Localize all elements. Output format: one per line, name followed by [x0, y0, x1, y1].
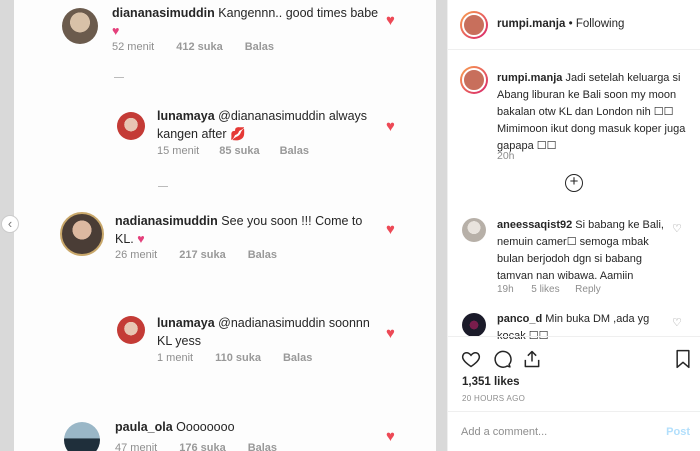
comment-username: lunamaya: [157, 316, 215, 330]
heart-emoji: ♥: [112, 24, 120, 38]
header-title: rumpi.manja • Following: [497, 18, 624, 30]
heart-icon[interactable]: [461, 349, 481, 369]
caption-time: 20h: [497, 150, 515, 162]
comment-username: lunamaya: [157, 109, 215, 123]
avatar: [62, 8, 98, 44]
reply-button[interactable]: Reply: [575, 284, 601, 295]
heart-emoji: ♥: [137, 232, 145, 246]
comment-text: Kangennn.. good times babe: [218, 6, 379, 20]
comment-input[interactable]: Add a comment...: [461, 426, 547, 438]
post-image: diananasimuddin Kangennn.. good times ba…: [0, 0, 447, 451]
avatar: [60, 212, 104, 256]
divider: [158, 186, 168, 187]
avatar[interactable]: [462, 313, 486, 337]
comment-meta: 15 menit 85 suka Balas: [157, 145, 309, 157]
comments-screenshot: diananasimuddin Kangennn.. good times ba…: [14, 0, 436, 451]
comment-meta: 47 menit 176 suka Balas: [115, 442, 278, 451]
following-button[interactable]: Following: [576, 18, 625, 30]
comment-lunamaya-2: lunamaya @nadianasimuddin soonnn KL yess: [157, 314, 382, 350]
likes-count[interactable]: 1,351 likes: [462, 376, 520, 388]
avatar: [117, 112, 145, 140]
comment-username[interactable]: panco_d: [497, 313, 542, 325]
avatar: [117, 316, 145, 344]
comment-meta: 19h 5 likes Reply: [497, 284, 601, 295]
avatar[interactable]: [460, 11, 488, 39]
post-button[interactable]: Post: [666, 426, 690, 438]
comment-nadianasimuddin: nadianasimuddin See you soon !!! Come to…: [115, 212, 370, 248]
comment-username: nadianasimuddin: [115, 214, 218, 228]
comment-meta: 1 menit 110 suka Balas: [157, 352, 313, 364]
avatar: [64, 422, 100, 451]
separator: •: [568, 18, 573, 30]
like-heart-icon[interactable]: ♥: [386, 118, 395, 135]
caption-username[interactable]: rumpi.manja: [497, 72, 562, 84]
post-timestamp: 20 HOURS AGO: [462, 394, 526, 403]
comment-lunamaya-1: lunamaya @diananasimuddin always kangen …: [157, 107, 377, 143]
like-heart-icon[interactable]: ♥: [386, 12, 395, 29]
post-caption: rumpi.manja Jadi setelah keluarga si Aba…: [497, 70, 693, 155]
comment-diananasimuddin: diananasimuddin Kangennn.. good times ba…: [112, 4, 382, 40]
comment-paula-ola: paula_ola Oooooooo: [115, 418, 370, 436]
like-heart-icon[interactable]: ♥: [386, 325, 395, 342]
comment-likes[interactable]: 5 likes: [531, 284, 559, 295]
chevron-left-icon[interactable]: ‹: [1, 215, 19, 233]
comment-text: Oooooooo: [176, 420, 235, 434]
comment-username: diananasimuddin: [112, 6, 215, 20]
plus-circle-icon[interactable]: +: [565, 174, 583, 192]
heart-outline-icon[interactable]: ♡: [672, 316, 682, 329]
comment-icon[interactable]: [492, 349, 512, 369]
comment-meta: 26 menit 217 suka Balas: [115, 249, 278, 261]
heart-outline-icon[interactable]: ♡: [672, 222, 682, 235]
header-username[interactable]: rumpi.manja: [497, 18, 565, 30]
caption-text: Jadi setelah keluarga si Abang liburan k…: [497, 72, 686, 152]
post-header: rumpi.manja • Following: [448, 0, 700, 50]
post-sidebar: rumpi.manja • Following rumpi.manja Jadi…: [447, 0, 700, 451]
comment-username[interactable]: aneessaqist92: [497, 219, 572, 231]
share-icon[interactable]: [522, 349, 542, 369]
avatar[interactable]: [460, 66, 488, 94]
kiss-emoji: 💋: [229, 127, 246, 141]
like-heart-icon[interactable]: ♥: [386, 428, 395, 445]
comment-username: paula_ola: [115, 420, 173, 434]
divider: [114, 77, 124, 78]
avatar[interactable]: [462, 218, 486, 242]
add-comment-bar: Add a comment... Post: [448, 411, 700, 451]
like-heart-icon[interactable]: ♥: [386, 221, 395, 238]
comment-time: 19h: [497, 284, 514, 295]
comment-item: aneessaqist92 Si babang ke Bali, nemuin …: [497, 217, 667, 285]
bookmark-icon[interactable]: [674, 349, 692, 369]
comment-meta: 52 menit 412 suka Balas: [112, 41, 275, 53]
